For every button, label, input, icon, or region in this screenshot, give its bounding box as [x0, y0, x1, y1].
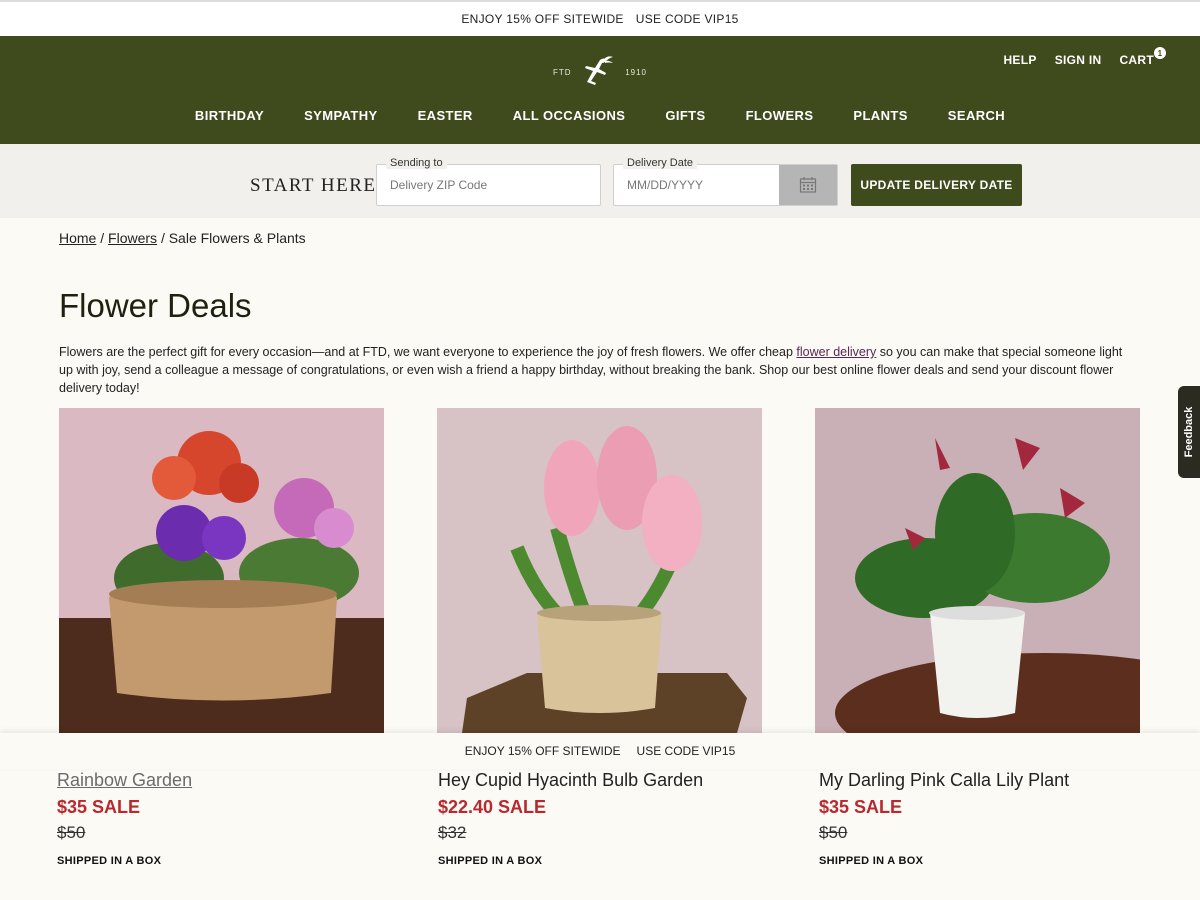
page-title: Flower Deals [59, 287, 252, 324]
breadcrumb-separator: / [160, 230, 165, 246]
sale-price: $35 SALE [819, 797, 903, 817]
promo-code: USE CODE VIP15 [635, 12, 739, 26]
product-image-calla-lily[interactable] [815, 408, 1140, 733]
feedback-label: Feedback [1183, 406, 1195, 458]
breadcrumb-flowers[interactable]: Flowers [108, 230, 157, 246]
product-info: My Darling Pink Calla Lily Plant $35 SAL… [819, 770, 1069, 867]
logo-left-text: FTD [553, 67, 572, 77]
product-name-link[interactable]: Rainbow Garden [57, 770, 192, 791]
shipping-note: SHIPPED IN A BOX [57, 855, 162, 867]
breadcrumb-home[interactable]: Home [59, 230, 96, 246]
intro-text: Flowers are the perfect gift for every o… [59, 345, 797, 359]
calendar-button[interactable] [779, 165, 837, 205]
original-price: $50 [819, 823, 848, 842]
promo-banner-bottom: ENJOY 15% OFF SITEWIDE USE CODE VIP15 [0, 733, 1200, 769]
nav-easter[interactable]: EASTER [418, 108, 473, 123]
utility-nav: HELP SIGN IN CART 1 [1003, 47, 1166, 67]
date-field[interactable]: Delivery Date MM/DD/YYYY [613, 157, 838, 206]
promo-code: USE CODE VIP15 [636, 744, 736, 758]
cart-count-badge: 1 [1154, 47, 1166, 59]
logo-right-text: 1910 [625, 67, 647, 77]
help-link[interactable]: HELP [1003, 53, 1036, 67]
mercury-icon [585, 56, 614, 85]
flower-delivery-link[interactable]: flower delivery [796, 345, 876, 359]
promo-text: ENJOY 15% OFF SITEWIDE [461, 12, 624, 26]
product-image-rainbow-garden[interactable] [59, 408, 384, 733]
nav-flowers[interactable]: FLOWERS [746, 108, 814, 123]
product-name-link[interactable]: My Darling Pink Calla Lily Plant [819, 770, 1069, 791]
date-input[interactable]: MM/DD/YYYY [627, 178, 703, 192]
product-info: Rainbow Garden $35 SALE $50 SHIPPED IN A… [57, 770, 192, 867]
sale-price: $22.40 SALE [438, 797, 547, 817]
date-label: Delivery Date [623, 157, 698, 169]
original-price: $32 [438, 823, 467, 842]
product-name-link[interactable]: Hey Cupid Hyacinth Bulb Garden [438, 770, 703, 791]
main-nav: BIRTHDAY SYMPATHY EASTER ALL OCCASIONS G… [0, 108, 1200, 123]
original-price: $50 [57, 823, 86, 842]
product-card[interactable] [59, 408, 384, 733]
start-here-label: START HERE [250, 175, 377, 196]
nav-search[interactable]: SEARCH [948, 108, 1005, 123]
zip-label: Sending to [386, 157, 447, 169]
feedback-tab[interactable]: Feedback [1178, 386, 1200, 478]
nav-all-occasions[interactable]: ALL OCCASIONS [513, 108, 626, 123]
ftd-logo[interactable]: FTD 1910 [553, 50, 647, 94]
nav-birthday[interactable]: BIRTHDAY [195, 108, 264, 123]
cart-link[interactable]: CART 1 [1119, 47, 1166, 67]
nav-gifts[interactable]: GIFTS [665, 108, 705, 123]
shipping-note: SHIPPED IN A BOX [819, 855, 924, 867]
site-header: FTD 1910 HELP SIGN IN CART 1 BIRTHDAY SY… [0, 36, 1200, 144]
product-card[interactable] [437, 408, 762, 733]
breadcrumb: Home / Flowers / Sale Flowers & Plants [59, 230, 306, 246]
product-image-hyacinth-garden[interactable] [437, 408, 762, 733]
breadcrumb-separator: / [100, 230, 105, 246]
nav-plants[interactable]: PLANTS [853, 108, 907, 123]
promo-text: ENJOY 15% OFF SITEWIDE [464, 744, 621, 758]
breadcrumb-current: Sale Flowers & Plants [168, 230, 306, 246]
sign-in-link[interactable]: SIGN IN [1055, 53, 1102, 67]
product-card[interactable] [815, 408, 1140, 733]
sale-price: $35 SALE [57, 797, 141, 817]
calendar-icon [799, 177, 817, 193]
delivery-bar: START HERE Sending to Delivery ZIP Code … [0, 144, 1200, 218]
product-info: Hey Cupid Hyacinth Bulb Garden $22.40 SA… [438, 770, 703, 867]
zip-input[interactable]: Delivery ZIP Code [390, 178, 487, 192]
update-delivery-date-button[interactable]: UPDATE DELIVERY DATE [851, 164, 1022, 206]
page-intro: Flowers are the perfect gift for every o… [59, 343, 1129, 397]
shipping-note: SHIPPED IN A BOX [438, 855, 543, 867]
promo-banner-top: ENJOY 15% OFF SITEWIDE USE CODE VIP15 [0, 0, 1200, 36]
cart-label: CART [1119, 53, 1154, 67]
nav-sympathy[interactable]: SYMPATHY [304, 108, 378, 123]
zip-field[interactable]: Sending to Delivery ZIP Code [376, 157, 601, 206]
